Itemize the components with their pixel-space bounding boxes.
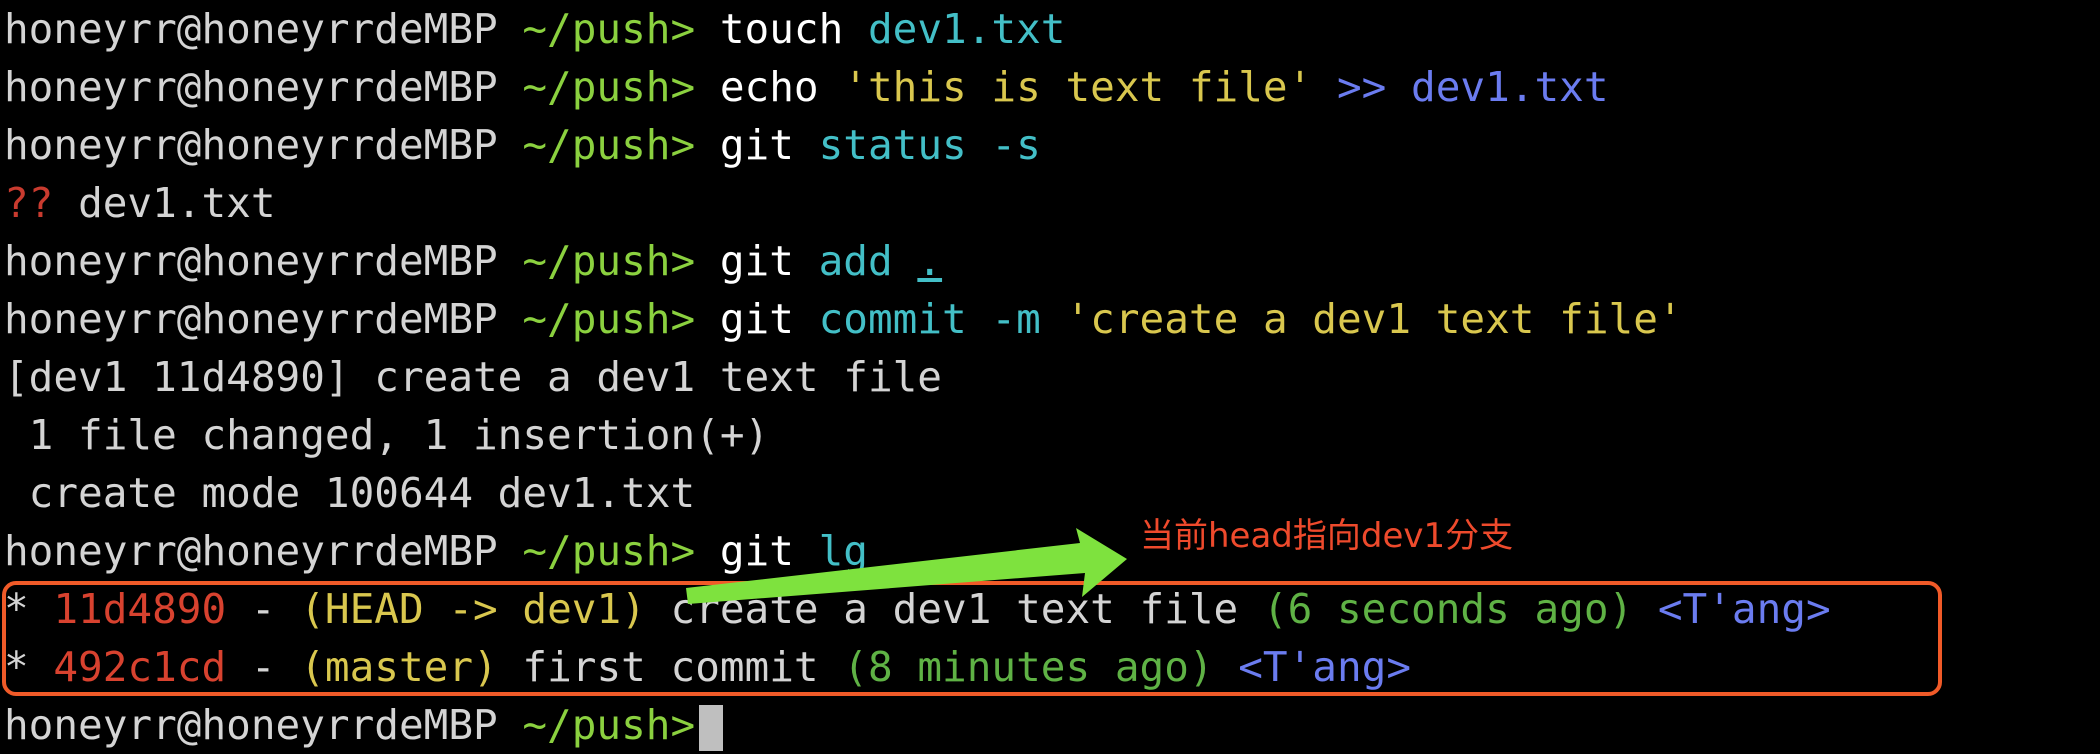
annotation-label: 当前head指向dev1分支 (1140, 516, 1514, 556)
terminal-window[interactable]: honeyrr@honeyrrdeMBP ~/push> touch dev1.… (0, 0, 2100, 754)
annotation-arrow-icon (686, 528, 1127, 604)
